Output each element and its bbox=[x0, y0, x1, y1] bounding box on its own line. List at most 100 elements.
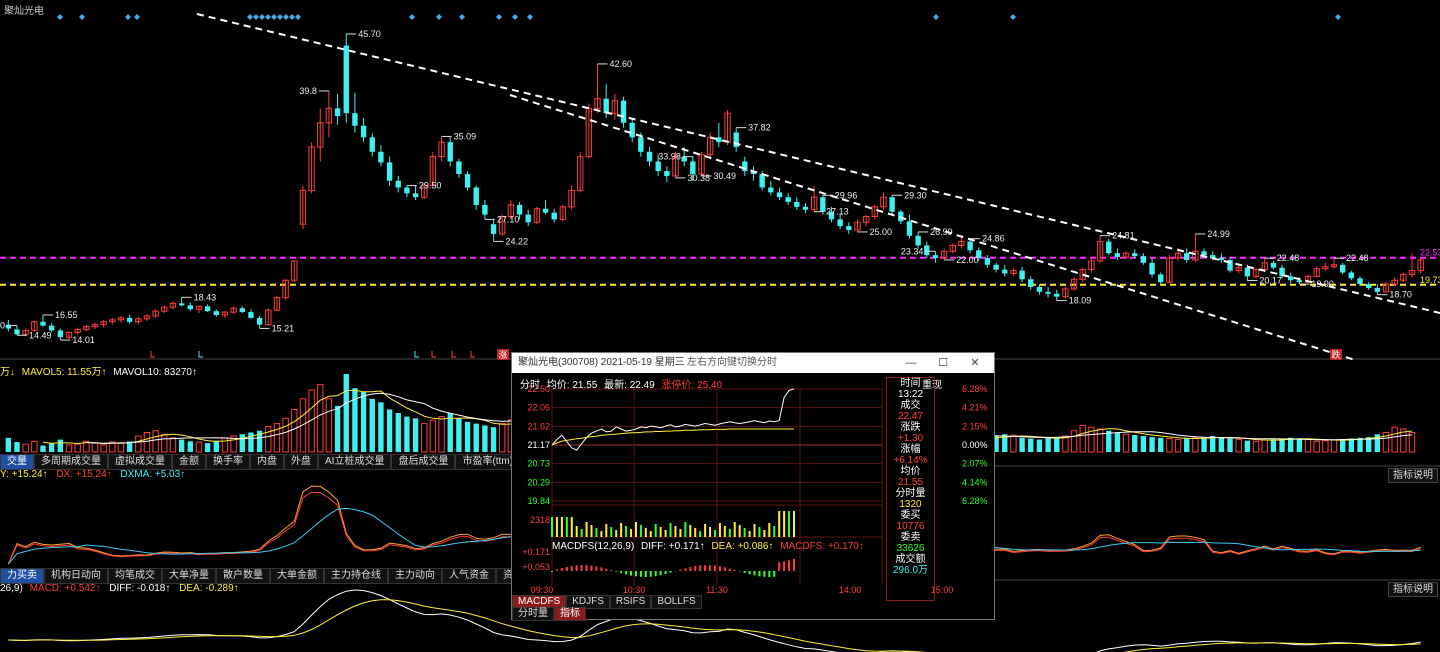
volume-bar-132 bbox=[1149, 437, 1155, 452]
volume-bar-33 bbox=[291, 408, 298, 453]
volume-bar-21 bbox=[187, 441, 193, 452]
volume-bar-40 bbox=[352, 388, 358, 452]
dmi-header-c: DXMA: +5.03↑ bbox=[120, 469, 186, 480]
intraday-macd-d: MACDFS: +0.170↑ bbox=[780, 541, 864, 552]
dmi-tab-3[interactable]: 大单净量 bbox=[162, 568, 216, 584]
indicator-explain-button-2[interactable]: 指标说明 bbox=[1388, 582, 1438, 597]
signal-diamond-19 bbox=[933, 14, 939, 20]
signal-diamond-6 bbox=[259, 14, 265, 20]
candle-body-75 bbox=[655, 161, 661, 172]
dmi-tab-8[interactable]: 人气资金 bbox=[442, 568, 496, 584]
volume-bar-120 bbox=[1045, 437, 1051, 452]
price-label-14: 33.98 bbox=[658, 152, 681, 162]
candle-body-115 bbox=[1002, 269, 1008, 274]
price-label-19: 25.00 bbox=[869, 227, 892, 237]
volume-bar-52 bbox=[456, 418, 462, 452]
intraday-macd-bar-24 bbox=[669, 571, 672, 573]
volume-bar-7 bbox=[65, 444, 73, 453]
candle-body-107 bbox=[932, 255, 939, 259]
macd-header-a: 26,9) bbox=[0, 583, 23, 594]
info-value-2: +1.30 bbox=[897, 433, 924, 444]
intraday-left-axis-3: 21.17 bbox=[527, 440, 550, 450]
dmi-tab-1[interactable]: 机构日动向 bbox=[44, 568, 108, 584]
signal-mark-1 bbox=[198, 351, 203, 358]
candle-body-156 bbox=[1357, 278, 1363, 285]
volume-bar-38 bbox=[334, 405, 341, 452]
info-key-4: 均价 bbox=[900, 466, 921, 477]
candle-body-46 bbox=[404, 187, 410, 194]
volume-bar-141 bbox=[1227, 438, 1233, 452]
indicator-explain-button-1[interactable]: 指标说明 bbox=[1388, 468, 1438, 483]
volume-bar-54 bbox=[473, 423, 479, 452]
intraday-vol-bar-36 bbox=[728, 529, 731, 537]
volume-bar-22 bbox=[195, 441, 203, 453]
volume-bar-0 bbox=[5, 437, 12, 452]
intraday-subtab-1[interactable]: 指标 bbox=[554, 607, 586, 621]
intraday-vol-bar-28 bbox=[689, 525, 692, 537]
volume-tab-7[interactable]: AI立桩成交量 bbox=[318, 454, 392, 470]
volume-bar-147 bbox=[1279, 438, 1285, 452]
intraday-vol-bar-33 bbox=[713, 530, 716, 537]
info-value-5: 1320 bbox=[899, 499, 922, 510]
volume-tab-3[interactable]: 金额 bbox=[172, 454, 206, 470]
mavol5-label: MAVOL5: 11.55万↑ bbox=[21, 367, 107, 378]
intraday-vol-bar-13 bbox=[615, 530, 618, 537]
signal-badge-text-7: 跌 bbox=[1331, 350, 1340, 360]
intraday-vol-bar-26 bbox=[679, 529, 682, 537]
candle-body-92 bbox=[802, 206, 809, 210]
volume-bar-50 bbox=[438, 416, 445, 453]
signal-diamond-12 bbox=[295, 14, 301, 20]
dmi-tab-5[interactable]: 大单金额 bbox=[270, 568, 324, 584]
signal-mark-0 bbox=[150, 351, 155, 358]
intraday-right-axis-5: 4.14% bbox=[962, 477, 988, 487]
dmi-tab-2[interactable]: 均笔成交 bbox=[108, 568, 162, 584]
intraday-macd-bar-31 bbox=[704, 565, 707, 571]
signal-mark-3 bbox=[431, 351, 436, 358]
volume-bar-2 bbox=[22, 443, 29, 453]
volume-tab-4[interactable]: 换手率 bbox=[206, 454, 250, 470]
intraday-left-axis-5: 20.29 bbox=[527, 477, 550, 487]
price-label-9: 35.09 bbox=[454, 131, 477, 141]
signal-mark-2 bbox=[414, 351, 419, 358]
price-label-27: 24.99 bbox=[1207, 229, 1230, 239]
volume-tab-6[interactable]: 外盘 bbox=[284, 454, 318, 470]
macd-header-b: MACD: +0.542↑ bbox=[29, 583, 101, 594]
intraday-subtab-0[interactable]: 分时量 bbox=[512, 607, 554, 621]
volume-tab-1[interactable]: 多周期成交量 bbox=[34, 454, 108, 470]
intraday-tab-2[interactable]: RSIFS bbox=[609, 595, 652, 609]
intraday-vol-bar-20 bbox=[649, 531, 652, 537]
volume-tab-5[interactable]: 内盘 bbox=[250, 454, 284, 470]
candle-body-14 bbox=[126, 317, 133, 322]
volume-bar-153 bbox=[1330, 439, 1338, 453]
dmi-tab-0[interactable]: 力买卖 bbox=[0, 568, 44, 584]
volume-tab-8[interactable]: 盘后成交量 bbox=[391, 454, 456, 470]
info-key-3: 涨幅 bbox=[900, 444, 921, 455]
intraday-macd-bar-33 bbox=[713, 565, 716, 571]
macd-header-c: DIFF: -0.018↑ bbox=[109, 583, 171, 594]
dmi-tab-6[interactable]: 主力持仓线 bbox=[324, 568, 388, 584]
intraday-vol-bar-15 bbox=[625, 526, 628, 537]
intraday-tab-3[interactable]: BOLLFS bbox=[651, 595, 702, 609]
intraday-vol-bar-6 bbox=[580, 529, 583, 537]
intraday-vol-bar-42 bbox=[758, 527, 761, 537]
dmi-tab-4[interactable]: 散户数量 bbox=[216, 568, 270, 584]
candle-body-128 bbox=[1114, 253, 1121, 258]
intraday-macd-bar-19 bbox=[644, 571, 647, 577]
dmi-tab-7[interactable]: 主力动向 bbox=[388, 568, 442, 584]
intraday-popup-window[interactable]: 聚灿光电(300708) 2021-05-19 星期三 左右方向键切换分时 — … bbox=[511, 352, 995, 621]
price-label-12: 42.60 bbox=[610, 59, 633, 69]
price-label-7: 45.70 bbox=[358, 29, 381, 39]
intraday-macd-bar-1 bbox=[555, 569, 558, 571]
intraday-vol-bar-11 bbox=[605, 524, 608, 537]
signal-diamond-18 bbox=[527, 14, 533, 20]
intraday-macd-bar-35 bbox=[723, 567, 726, 571]
intraday-left-axis-2: 21.62 bbox=[527, 421, 550, 431]
intraday-vol-bar-44 bbox=[768, 523, 771, 537]
candle-body-78 bbox=[681, 156, 687, 162]
volume-tab-0[interactable]: 交量 bbox=[0, 454, 34, 470]
volume-tab-2[interactable]: 虚拟成交量 bbox=[108, 454, 172, 470]
volume-bar-145 bbox=[1261, 439, 1268, 453]
candle-body-148 bbox=[1288, 276, 1294, 281]
candle-body-88 bbox=[768, 187, 774, 193]
volume-bar-160 bbox=[1391, 426, 1398, 453]
